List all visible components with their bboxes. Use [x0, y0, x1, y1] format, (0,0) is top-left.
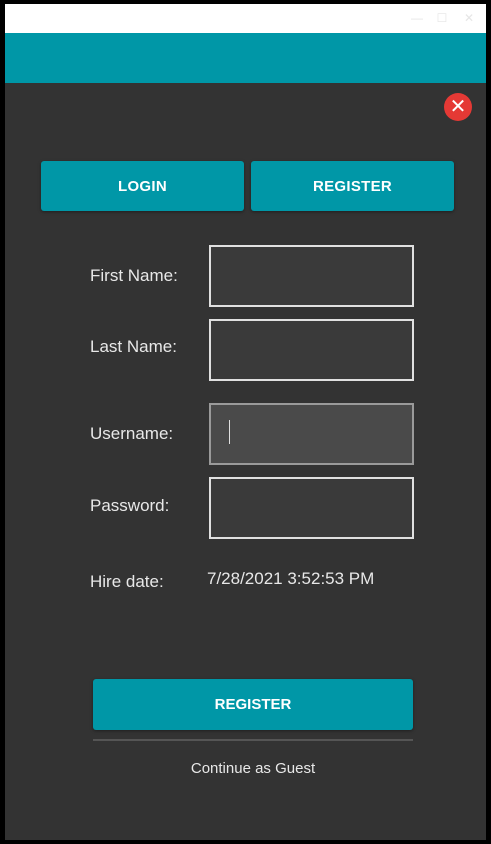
register-submit-button[interactable]: REGISTER [93, 679, 413, 730]
maximize-icon[interactable]: ☐ [433, 9, 451, 27]
username-field[interactable] [209, 403, 414, 465]
continue-as-guest-link[interactable]: Continue as Guest [93, 760, 413, 777]
divider [93, 739, 413, 741]
header-band [5, 33, 486, 83]
first-name-field[interactable] [209, 245, 414, 307]
password-field[interactable] [209, 477, 414, 539]
last-name-label: Last Name: [90, 337, 177, 356]
text-caret [229, 420, 230, 444]
app-window: — ☐ ✕ ✕ LOGIN REGISTER First Name: Last … [5, 4, 486, 840]
minimize-icon[interactable]: — [408, 9, 426, 27]
hire-date-label: Hire date: [90, 572, 164, 591]
title-bar: — ☐ ✕ [5, 4, 486, 33]
password-label: Password: [90, 496, 170, 515]
username-label: Username: [90, 424, 174, 443]
register-tab-button[interactable]: REGISTER [251, 161, 454, 211]
hire-date-value: 7/28/2021 3:52:53 PM [207, 569, 375, 588]
first-name-label: First Name: [90, 266, 178, 285]
close-icon[interactable]: ✕ [444, 93, 472, 121]
login-tab-button[interactable]: LOGIN [41, 161, 244, 211]
last-name-field[interactable] [209, 319, 414, 381]
window-close-icon[interactable]: ✕ [460, 9, 478, 27]
